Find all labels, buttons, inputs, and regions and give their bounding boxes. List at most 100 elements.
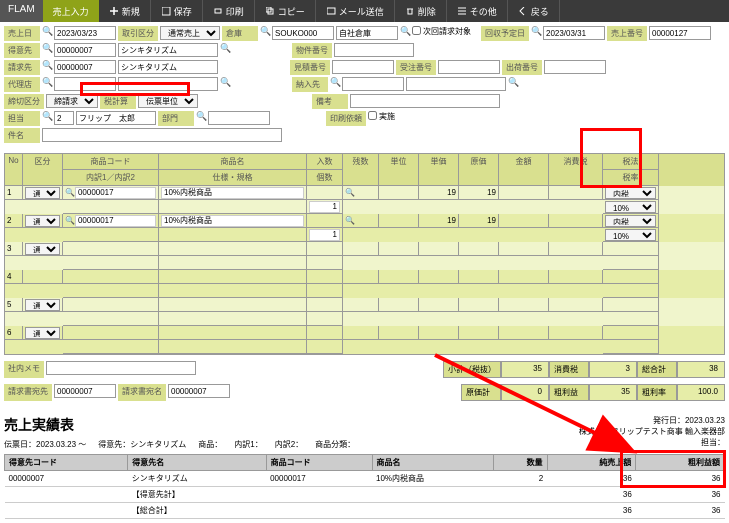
shohizei-cell[interactable] (549, 242, 603, 256)
code-cell[interactable] (63, 270, 159, 284)
name-input[interactable] (161, 215, 304, 227)
kbn-cell[interactable] (23, 270, 63, 284)
zansu-cell[interactable] (343, 242, 379, 256)
code-cell[interactable] (63, 326, 159, 340)
tani-cell[interactable] (379, 326, 419, 340)
kbn-cell[interactable]: 通常 (23, 242, 63, 256)
search-icon[interactable]: 🔍 (260, 26, 270, 41)
zeiritsu-cell[interactable] (603, 284, 659, 298)
seikyu-name-input[interactable] (118, 60, 218, 74)
nyusu-cell[interactable] (307, 270, 343, 284)
zansu-cell[interactable] (343, 270, 379, 284)
shiyou-cell[interactable] (159, 228, 307, 242)
kosu-cell[interactable] (307, 200, 343, 214)
kosu-cell[interactable] (307, 340, 343, 354)
code-cell[interactable] (63, 242, 159, 256)
search-icon[interactable]: 🔍 (196, 111, 206, 126)
shohizei-cell[interactable] (549, 298, 603, 312)
zeiritsu-cell[interactable] (603, 256, 659, 270)
tani-cell[interactable] (379, 214, 419, 228)
uchiwake-cell[interactable] (63, 200, 159, 214)
kbn-select[interactable]: 通常 (25, 327, 60, 339)
torihiki-select[interactable]: 通常売上 (160, 26, 220, 40)
qty-input[interactable] (309, 201, 340, 213)
genka-cell[interactable] (459, 326, 499, 340)
jikai-checkbox[interactable] (412, 26, 421, 35)
code-cell[interactable]: 🔍 (63, 214, 159, 228)
search-icon[interactable]: 🔍 (330, 77, 340, 92)
zeiritsu-cell[interactable] (603, 312, 659, 326)
souko-input[interactable] (272, 26, 334, 40)
seikyu-memo-code[interactable] (54, 384, 116, 398)
jisshi-checkbox[interactable] (368, 111, 377, 120)
kosu-cell[interactable] (307, 256, 343, 270)
zeiho-cell[interactable]: 内税 (603, 186, 659, 200)
bukken-input[interactable] (334, 43, 414, 57)
nyusu-cell[interactable] (307, 242, 343, 256)
shukka-input[interactable] (544, 60, 606, 74)
new-button[interactable]: 新規 (100, 0, 151, 22)
kingaku-cell[interactable] (499, 242, 549, 256)
zeiho-cell[interactable] (603, 298, 659, 312)
biko-input[interactable] (350, 94, 500, 108)
search-icon[interactable]: 🔍 (400, 26, 410, 41)
zeiho-cell[interactable] (603, 242, 659, 256)
name-cell[interactable] (159, 214, 307, 228)
name-cell[interactable] (159, 326, 307, 340)
copy-button[interactable]: コピー (256, 0, 316, 22)
shimekiri-select[interactable]: 締請求 (46, 94, 98, 108)
bumon-input[interactable] (208, 111, 270, 125)
dairi-name-input[interactable] (118, 77, 218, 91)
zeiritsu-cell[interactable]: 10% (603, 200, 659, 214)
nounyu-name-input[interactable] (406, 77, 506, 91)
nyusu-cell[interactable] (307, 326, 343, 340)
search-icon[interactable]: 🔍 (42, 60, 52, 75)
nounyu-input[interactable] (342, 77, 404, 91)
kingaku-cell[interactable] (499, 270, 549, 284)
search-icon[interactable]: 🔍 (220, 77, 230, 92)
shohizei-cell[interactable] (549, 214, 603, 228)
seikyu-code-input[interactable] (54, 60, 116, 74)
kingaku-cell[interactable] (499, 186, 549, 200)
genka-cell[interactable] (459, 242, 499, 256)
mail-button[interactable]: メール送信 (317, 0, 395, 22)
tani-cell[interactable] (379, 298, 419, 312)
uchiwake-cell[interactable] (63, 228, 159, 242)
dairi-input[interactable] (54, 77, 116, 91)
tanka-cell[interactable] (419, 270, 459, 284)
kingaku-cell[interactable] (499, 326, 549, 340)
shiyou-cell[interactable] (159, 200, 307, 214)
search-icon[interactable]: 🔍 (508, 77, 518, 92)
save-button[interactable]: 保存 (152, 0, 203, 22)
zansu-cell[interactable] (343, 298, 379, 312)
kbn-select[interactable]: 通常 (25, 187, 60, 199)
name-cell[interactable] (159, 270, 307, 284)
tokuisaki-name-input[interactable] (118, 43, 218, 57)
uchiwake-cell[interactable] (63, 340, 159, 354)
name-input[interactable] (161, 187, 304, 199)
code-cell[interactable]: 🔍 (63, 186, 159, 200)
print-button[interactable]: 印刷 (204, 0, 255, 22)
kbn-select[interactable]: 通常 (25, 243, 60, 255)
kosu-cell[interactable] (307, 312, 343, 326)
kenmei-input[interactable] (42, 128, 282, 142)
genka-cell[interactable]: 19 (459, 214, 499, 228)
code-input[interactable] (75, 187, 156, 199)
nyusu-cell[interactable] (307, 214, 343, 228)
zeiho-cell[interactable] (603, 270, 659, 284)
back-button[interactable]: 戻る (509, 0, 560, 22)
tantou-code-input[interactable] (54, 111, 74, 125)
kbn-cell[interactable]: 通常 (23, 298, 63, 312)
denpyo-select[interactable]: 伝票単位 (138, 94, 198, 108)
name-cell[interactable] (159, 298, 307, 312)
tani-cell[interactable] (379, 186, 419, 200)
shohizei-cell[interactable] (549, 270, 603, 284)
tax-select[interactable]: 内税 (605, 215, 656, 227)
shiyou-cell[interactable] (159, 312, 307, 326)
zansu-cell[interactable] (343, 326, 379, 340)
search-icon[interactable]: 🔍 (220, 43, 230, 58)
juchuno-input[interactable] (438, 60, 500, 74)
code-input[interactable] (75, 215, 156, 227)
kbn-cell[interactable]: 通常 (23, 214, 63, 228)
tani-cell[interactable] (379, 270, 419, 284)
